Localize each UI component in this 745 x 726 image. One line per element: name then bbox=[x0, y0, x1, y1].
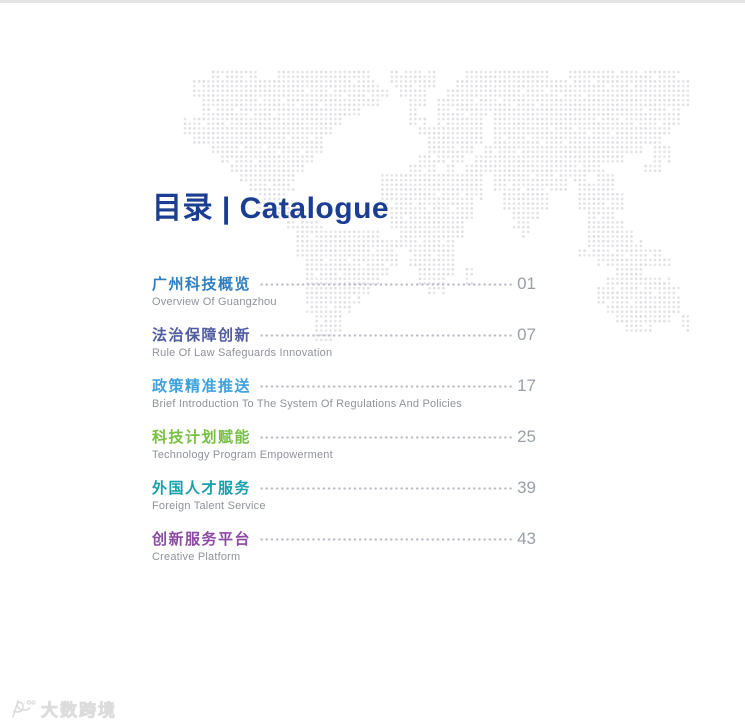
toc-item-title-en: Foreign Talent Service bbox=[152, 500, 266, 512]
toc-item-title-en: Brief Introduction To The System Of Regu… bbox=[152, 398, 462, 410]
toc-item-title-en: Overview Of Guangzhou bbox=[152, 296, 277, 308]
toc-item-title-zh: 科技计划赋能 bbox=[152, 428, 252, 446]
toc-item-heading: 法治保障创新 07 bbox=[152, 326, 536, 344]
toc-item-page-number: 01 bbox=[517, 274, 536, 293]
toc-item-page-number: 17 bbox=[517, 376, 536, 395]
page-title: 目录 | Catalogue bbox=[152, 192, 390, 225]
dotted-leader bbox=[259, 436, 513, 439]
toc-item[interactable]: 外国人才服务 39 Foreign Talent Service bbox=[152, 479, 536, 513]
toc-item-title-en: Creative Platform bbox=[152, 551, 241, 563]
dotted-leader bbox=[259, 283, 513, 286]
toc-item-page-number: 07 bbox=[517, 325, 536, 344]
dotted-leader bbox=[259, 538, 513, 541]
dotted-leader bbox=[259, 385, 513, 388]
toc-item-title-en: Technology Program Empowerment bbox=[152, 449, 333, 461]
top-border-strip bbox=[0, 0, 745, 3]
toc-item[interactable]: 政策精准推送 17 Brief Introduction To The Syst… bbox=[152, 377, 536, 411]
toc-item-heading: 广州科技概览 01 bbox=[152, 275, 536, 293]
toc-item-page-number: 39 bbox=[517, 478, 536, 497]
toc-item[interactable]: 创新服务平台 43 Creative Platform bbox=[152, 530, 536, 564]
toc-item-page-number: 43 bbox=[517, 529, 536, 548]
toc-item[interactable]: 法治保障创新 07 Rule Of Law Safeguards Innovat… bbox=[152, 326, 536, 360]
catalogue-list: 广州科技概览 01 Overview Of Guangzhou 法治保障创新 0… bbox=[152, 275, 536, 564]
dotted-leader bbox=[259, 334, 513, 337]
watermark: 大数跨境 bbox=[9, 696, 117, 721]
toc-item-title-zh: 法治保障创新 bbox=[152, 326, 252, 344]
toc-item-page-number: 25 bbox=[517, 427, 536, 446]
dotted-leader bbox=[259, 487, 513, 490]
toc-item-title-zh: 外国人才服务 bbox=[152, 479, 252, 497]
toc-item[interactable]: 广州科技概览 01 Overview Of Guangzhou bbox=[152, 275, 536, 309]
toc-item-heading: 科技计划赋能 25 bbox=[152, 428, 536, 446]
toc-item-heading: 外国人才服务 39 bbox=[152, 479, 536, 497]
toc-item-heading: 创新服务平台 43 bbox=[152, 530, 536, 548]
toc-item[interactable]: 科技计划赋能 25 Technology Program Empowerment bbox=[152, 428, 536, 462]
toc-item-title-en: Rule Of Law Safeguards Innovation bbox=[152, 347, 333, 359]
toc-item-title-zh: 创新服务平台 bbox=[152, 530, 252, 548]
brand-logo-icon bbox=[12, 699, 36, 718]
watermark-text: 大数跨境 bbox=[41, 701, 117, 721]
catalogue-page: 目录 | Catalogue 广州科技概览 01 Overview Of Gua… bbox=[152, 192, 536, 581]
toc-item-title-zh: 广州科技概览 bbox=[152, 275, 252, 293]
toc-item-heading: 政策精准推送 17 bbox=[152, 377, 536, 395]
toc-item-title-zh: 政策精准推送 bbox=[152, 377, 252, 395]
